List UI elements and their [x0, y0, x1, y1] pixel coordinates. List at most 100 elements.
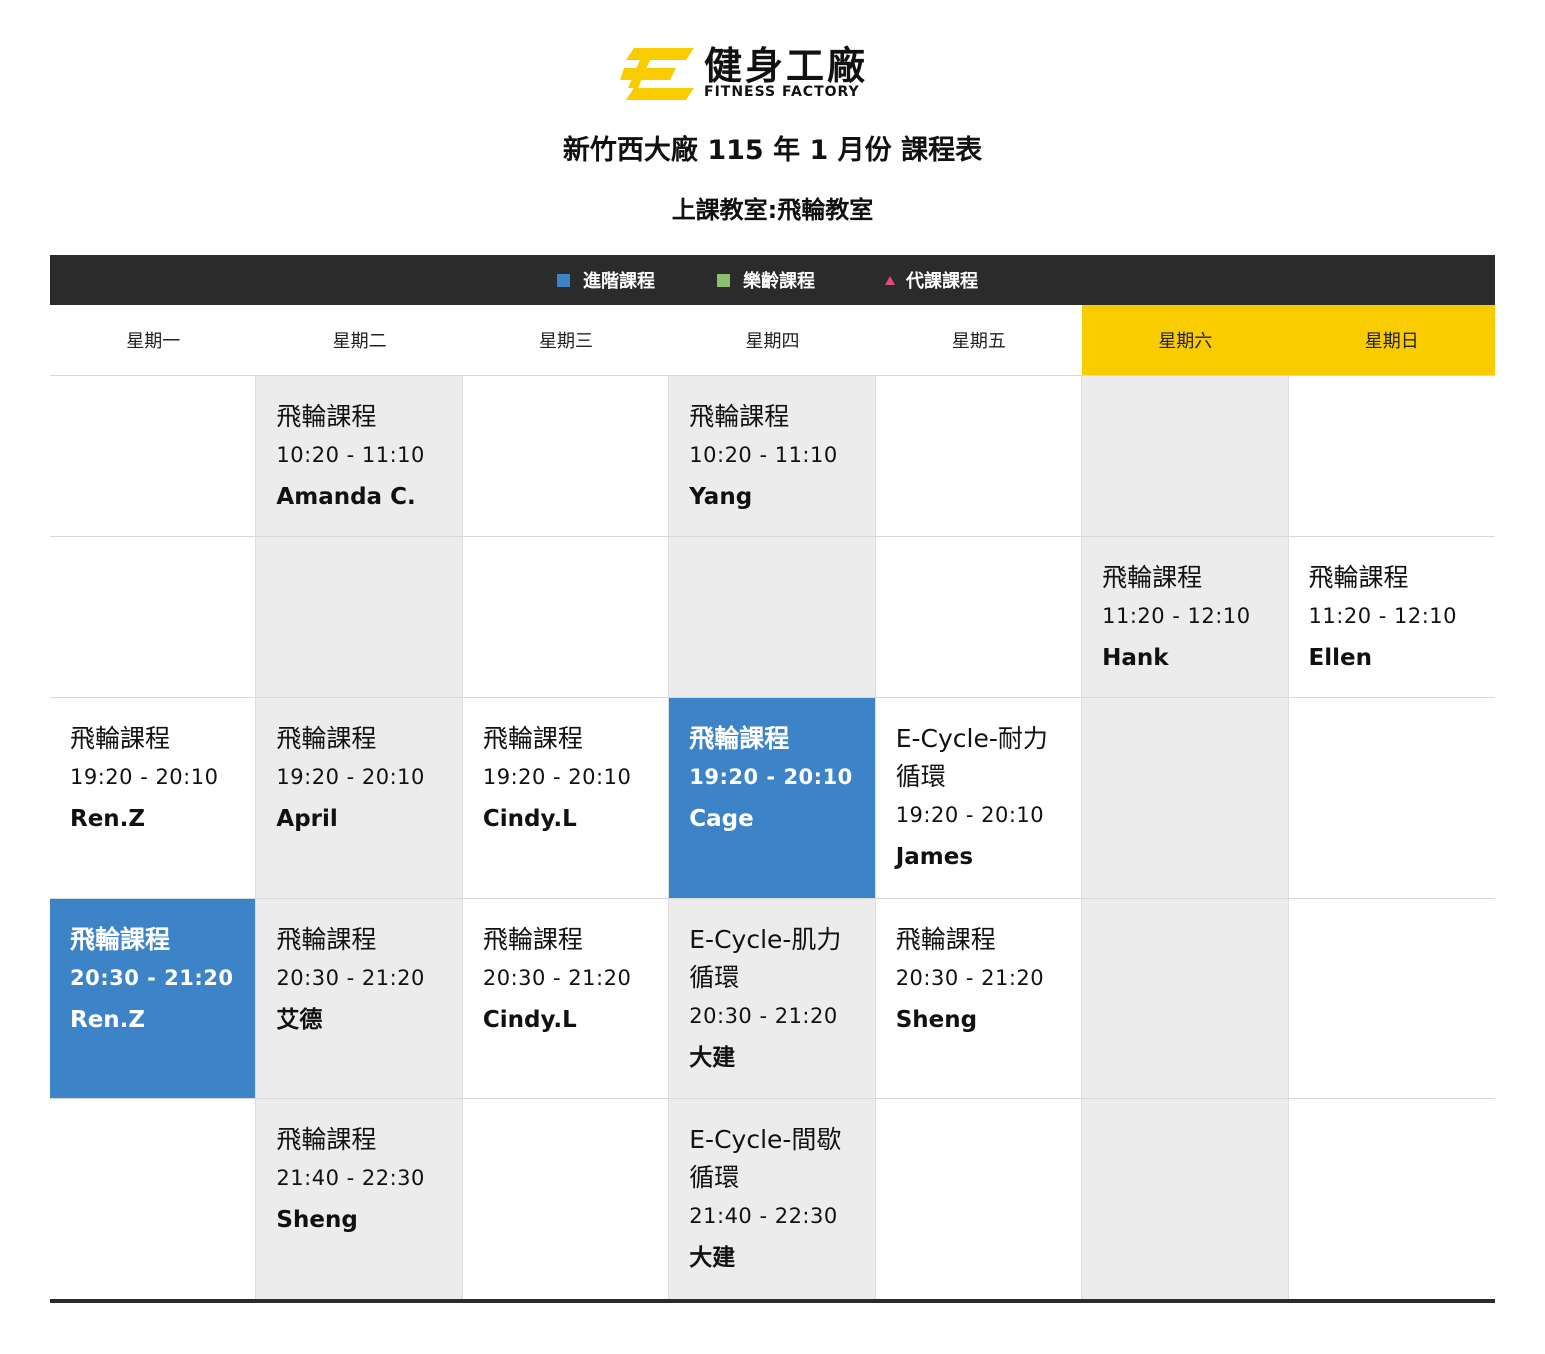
class-cell[interactable]: 飛輪課程 20:30 - 21:20 Ren.Z [50, 899, 257, 1098]
schedule-row: 飛輪課程 20:30 - 21:20 Ren.Z 飛輪課程 20:30 - 21:20 艾… [50, 899, 1495, 1099]
empty-cell [876, 537, 1083, 697]
class-coach: Hank [1102, 645, 1169, 671]
empty-cell [50, 376, 257, 536]
class-time: 20:30 - 21:20 [276, 966, 425, 990]
empty-cell [1082, 698, 1289, 898]
empty-cell [876, 1099, 1083, 1299]
class-time: 11:20 - 12:10 [1102, 604, 1251, 628]
class-time: 20:30 - 21:20 [70, 966, 234, 990]
class-cell[interactable]: 飛輪課程 19:20 - 20:10 Ren.Z [50, 698, 257, 898]
class-coach: 大建 [689, 1045, 736, 1071]
class-time: 21:40 - 22:30 [276, 1166, 425, 1190]
class-coach: Cage [689, 806, 754, 832]
class-cell[interactable]: E-Cycle-肌力循環 20:30 - 21:20 大建 [669, 899, 876, 1098]
class-cell[interactable]: 飛輪課程 20:30 - 21:20 艾德 [256, 899, 463, 1098]
class-coach: Cindy.L [482, 806, 577, 832]
logo-mark-icon [620, 48, 694, 100]
class-coach: 大建 [689, 1245, 736, 1271]
class-name: E-Cycle-間歇循環 [689, 1125, 842, 1192]
class-name: 飛輪課程 [276, 1125, 377, 1154]
class-name: 飛輪課程 [895, 925, 996, 954]
class-cell[interactable]: 飛輪課程 10:20 - 11:10 Amanda C. [256, 376, 463, 536]
class-cell[interactable]: 飛輪課程 19:20 - 20:10 Cage [669, 698, 876, 898]
class-name: 飛輪課程 [482, 925, 583, 954]
class-time: 19:20 - 20:10 [895, 803, 1045, 827]
class-cell[interactable]: 飛輪課程 10:20 - 11:10 Yang [669, 376, 876, 536]
class-name: 飛輪課程 [482, 724, 583, 753]
class-coach: Yang [689, 484, 753, 510]
empty-cell [463, 537, 670, 697]
schedule-page: 健身工廠 FITNESS FACTORY 新竹西大廠 115 年 1 月份 課程… [0, 0, 1545, 1354]
class-name: 飛輪課程 [70, 724, 171, 753]
empty-cell [876, 376, 1083, 536]
class-coach: Ren.Z [70, 1007, 146, 1033]
pink-triangle-icon [885, 275, 895, 285]
class-coach: 艾德 [276, 1007, 323, 1033]
schedule-row: 飛輪課程 11:20 - 12:10 Hank 飛輪課程 11:20 - 12:10 El… [50, 537, 1495, 698]
schedule-row: 飛輪課程 21:40 - 22:30 Sheng E-Cycle-間歇循環 21:40 … [50, 1099, 1495, 1300]
class-cell[interactable]: 飛輪課程 21:40 - 22:30 Sheng [256, 1099, 463, 1299]
brand-logo: 健身工廠 FITNESS FACTORY [620, 44, 930, 106]
empty-cell [1082, 376, 1289, 536]
class-cell[interactable]: 飛輪課程 20:30 - 21:20 Sheng [876, 899, 1083, 1098]
class-cell[interactable]: E-Cycle-間歇循環 21:40 - 22:30 大建 [669, 1099, 876, 1299]
class-time: 20:30 - 21:20 [689, 1004, 838, 1028]
green-square-icon [717, 273, 730, 287]
class-time: 21:40 - 22:30 [689, 1204, 838, 1228]
class-coach: Sheng [895, 1007, 978, 1033]
class-coach: April [276, 806, 338, 832]
day-header: 星期三 [539, 331, 594, 352]
class-coach: Amanda C. [276, 484, 416, 510]
empty-cell [1289, 698, 1495, 898]
legend-substitute: 代課課程 [885, 255, 978, 305]
empty-cell [1289, 376, 1495, 536]
class-time: 19:20 - 20:10 [482, 765, 632, 789]
blue-square-icon [557, 273, 570, 287]
legend-senior: 樂齡課程 [717, 255, 815, 305]
empty-cell [463, 1099, 670, 1299]
class-time: 20:30 - 21:20 [895, 966, 1045, 990]
class-coach: Sheng [276, 1207, 358, 1233]
class-name: 飛輪課程 [1102, 563, 1203, 592]
bottom-divider [50, 1299, 1495, 1303]
empty-cell [1082, 899, 1289, 1098]
class-cell[interactable]: E-Cycle-耐力循環 19:20 - 20:10 James [876, 698, 1083, 898]
class-time: 11:20 - 12:10 [1308, 604, 1457, 628]
class-coach: Ellen [1308, 645, 1372, 671]
class-cell[interactable]: 飛輪課程 19:20 - 20:10 Cindy.L [463, 698, 670, 898]
class-name: 飛輪課程 [70, 925, 171, 954]
empty-cell [50, 537, 257, 697]
class-name: 飛輪課程 [276, 925, 377, 954]
class-name: 飛輪課程 [276, 402, 377, 431]
day-header-row: 星期一 星期二 星期三 星期四 星期五 星期六 星期日 [50, 305, 1495, 376]
day-header: 星期一 [126, 331, 181, 352]
class-cell[interactable]: 飛輪課程 11:20 - 12:10 Hank [1082, 537, 1289, 697]
empty-cell [1289, 1099, 1495, 1299]
class-time: 10:20 - 11:10 [276, 443, 425, 467]
page-title: 新竹西大廠 115 年 1 月份 課程表 [562, 135, 983, 166]
empty-cell [50, 1099, 257, 1299]
empty-cell [1082, 1099, 1289, 1299]
class-name: 飛輪課程 [1308, 563, 1409, 592]
class-time: 19:20 - 20:10 [276, 765, 425, 789]
empty-cell [463, 376, 670, 536]
class-time: 19:20 - 20:10 [689, 765, 853, 789]
empty-cell [256, 537, 463, 697]
empty-cell [1289, 899, 1495, 1098]
legend-advanced: 進階課程 [557, 255, 655, 305]
schedule-grid: 飛輪課程 10:20 - 11:10 Amanda C. 飛輪課程 10:20 - 11… [50, 376, 1495, 1300]
class-time: 20:30 - 21:20 [482, 966, 632, 990]
class-name: 飛輪課程 [689, 402, 790, 431]
class-cell[interactable]: 飛輪課程 20:30 - 21:20 Cindy.L [463, 899, 670, 1098]
class-coach: Cindy.L [482, 1007, 577, 1033]
class-name: 飛輪課程 [276, 724, 377, 753]
class-name: E-Cycle-耐力循環 [895, 724, 1048, 791]
class-name: 飛輪課程 [689, 724, 790, 753]
schedule-row: 飛輪課程 10:20 - 11:10 Amanda C. 飛輪課程 10:20 - 11… [50, 376, 1495, 537]
legend-bar: 進階課程 樂齡課程 代課課程 [50, 255, 1495, 305]
class-cell[interactable]: 飛輪課程 11:20 - 12:10 Ellen [1289, 537, 1495, 697]
day-header: 星期四 [745, 331, 800, 352]
day-header: 星期六 [1082, 305, 1289, 375]
day-header: 星期五 [951, 331, 1006, 352]
class-cell[interactable]: 飛輪課程 19:20 - 20:10 April [256, 698, 463, 898]
